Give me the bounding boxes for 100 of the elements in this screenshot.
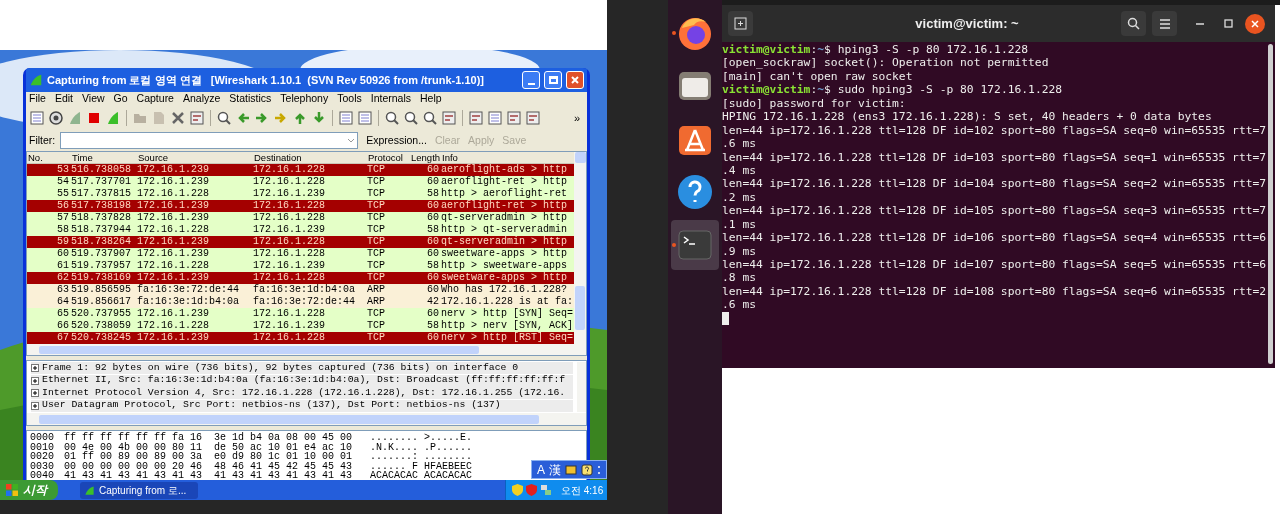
input-mode[interactable]: A xyxy=(537,460,545,479)
column-header[interactable]: No. xyxy=(27,152,71,163)
expand-icon[interactable] xyxy=(31,364,39,372)
packet-row[interactable]: 65 520.737955 172.16.1.239 172.16.1.228 TCP 60 nerv > http [SYN] Seq= xyxy=(27,308,574,320)
search-icon xyxy=(1127,17,1140,30)
output-line: len=44 ip=172.16.1.228 ttl=128 DF id=102 sport=80 flags=SA seq=0 win=65535 rtt=7 xyxy=(722,123,1268,138)
toolbar-separator xyxy=(462,110,463,126)
colorize-list-icon[interactable] xyxy=(338,110,354,126)
hex-ascii: ...... F HFAEBEEC xyxy=(370,461,473,472)
table-cell-text: 57 xyxy=(56,212,70,224)
shield-icon[interactable] xyxy=(526,484,537,496)
shield-icon[interactable] xyxy=(512,484,523,496)
minimize-button[interactable] xyxy=(522,71,540,89)
menu-item[interactable]: Go xyxy=(113,91,128,107)
menu-item[interactable]: Tools xyxy=(337,91,362,107)
column-header[interactable]: Protocol xyxy=(367,152,410,163)
menu-item[interactable]: Internals xyxy=(370,91,411,107)
table-cell-text: 172.16.1.239 xyxy=(137,176,210,188)
output-line: len=44 ip=172.16.1.228 ttl=128 DF id=108 sport=80 flags=SA seq=6 win=65535 rtt=2 xyxy=(722,284,1268,299)
start-button[interactable]: 시작 xyxy=(0,480,58,500)
table-cell-text: 172.16.1.239 xyxy=(253,224,326,236)
close-button[interactable] xyxy=(1245,13,1265,34)
output-line: len=44 ip=172.16.1.228 ttl=128 DF id=107 sport=80 flags=SA seq=5 win=65535 rtt=6 xyxy=(722,258,1268,272)
vertical-scrollbar[interactable] xyxy=(1268,44,1273,364)
search-icon[interactable] xyxy=(216,110,232,126)
horizontal-scrollbar[interactable] xyxy=(27,413,586,425)
table-cell-text: 60 xyxy=(56,248,70,260)
packet-row[interactable]: 60 519.737907 172.16.1.239 172.16.1.228 TCP 60 sweetware-apps > http xyxy=(27,248,574,260)
close-x-icon[interactable] xyxy=(170,110,186,126)
table-cell-text: TCP xyxy=(367,248,386,260)
packet-row[interactable]: 61 519.737957 172.16.1.228 172.16.1.239 TCP 58 http > sweetware-apps xyxy=(27,260,574,272)
scroll-thumb[interactable] xyxy=(39,414,539,424)
dropdown-icon[interactable] xyxy=(347,136,356,145)
packet-row[interactable]: 62 519.738169 172.16.1.239 172.16.1.228 TCP 60 sweetware-apps > http xyxy=(27,272,574,284)
table-cell-text: 172.16.1.239 xyxy=(137,248,210,260)
packet-row[interactable]: 66 520.738059 172.16.1.228 172.16.1.239 TCP 58 http > nerv [SYN, ACK] xyxy=(27,320,574,332)
menu-item[interactable]: Help xyxy=(420,91,442,107)
prompt-path: ~ xyxy=(817,83,825,97)
help-icon[interactable] xyxy=(677,174,713,210)
terminal-icon[interactable] xyxy=(678,230,712,260)
windows-flag-icon xyxy=(6,484,18,496)
scroll-thumb[interactable] xyxy=(39,345,479,354)
table-cell-text: 520.737955 xyxy=(71,308,132,320)
column-header[interactable]: Source xyxy=(137,152,253,163)
packet-row[interactable]: 56 517.738198 172.16.1.239 172.16.1.228 TCP 60 aeroflight-ret > http xyxy=(27,200,574,212)
vertical-scrollbar[interactable] xyxy=(574,152,586,344)
help-icon[interactable] xyxy=(581,463,593,476)
menu-item[interactable]: Analyze xyxy=(182,91,221,107)
horizontal-scrollbar[interactable] xyxy=(27,344,586,355)
close-icon xyxy=(570,75,580,85)
restart-fin-icon[interactable] xyxy=(105,110,121,126)
packet-row[interactable]: 67 520.738245 172.16.1.239 172.16.1.228 TCP 60 nerv > http [RST] Seq= xyxy=(27,332,574,344)
output-line: .6 ms xyxy=(722,137,757,151)
stop-square-icon[interactable] xyxy=(86,110,102,126)
table-cell-text: TCP xyxy=(367,236,386,248)
search-button[interactable] xyxy=(1121,11,1146,36)
packet-row[interactable]: 54 517.737701 172.16.1.239 172.16.1.228 TCP 60 aeroflight-ret > http xyxy=(27,176,574,188)
new-tab-button[interactable] xyxy=(728,11,753,36)
menu-item[interactable]: Telephony xyxy=(280,91,329,107)
menu-item[interactable]: Edit xyxy=(54,91,73,107)
hanja-mode[interactable]: 漢 xyxy=(549,460,561,479)
column-header[interactable]: Length xyxy=(410,152,441,163)
autoscroll-list-icon[interactable] xyxy=(357,110,373,126)
table-cell-text: 172.16.1.228 xyxy=(253,236,326,248)
packet-row[interactable]: 53 516.738058 172.16.1.239 172.16.1.228 TCP 60 aeroflight-ads > http xyxy=(27,164,574,176)
table-cell-text: 56 xyxy=(56,200,70,212)
checklist-icon[interactable] xyxy=(487,110,503,126)
shark-fin-icon xyxy=(29,73,43,87)
filter-field[interactable] xyxy=(60,132,359,149)
menu-item[interactable]: Capture xyxy=(136,91,174,107)
table-cell-text: 172.16.1.228 xyxy=(253,164,326,176)
column-header[interactable]: Info xyxy=(441,152,574,163)
table-cell-text: 58 xyxy=(426,188,440,200)
column-header[interactable]: Time xyxy=(71,152,137,163)
window-title: victim@victim: ~ xyxy=(914,14,1020,33)
packet-row[interactable]: 58 518.737944 172.16.1.228 172.16.1.239 TCP 58 http > qt-serveradmin xyxy=(27,224,574,236)
maximize-button[interactable] xyxy=(544,71,562,89)
expand-icon[interactable] xyxy=(31,376,39,385)
toolbar-separator xyxy=(378,110,379,126)
menu-item[interactable]: View xyxy=(82,91,105,107)
menu-button[interactable] xyxy=(1152,11,1177,36)
menu-item[interactable]: File xyxy=(29,91,46,107)
column-header[interactable]: Destination xyxy=(253,152,367,163)
prompt-path: ~ xyxy=(817,43,825,57)
expand-icon[interactable] xyxy=(31,389,39,397)
table-cell-text: http > qt-serveradmin xyxy=(441,224,569,236)
packet-row[interactable]: 55 517.737815 172.16.1.228 172.16.1.239 TCP 58 http > aeroflight-ret xyxy=(27,188,574,200)
expand-icon[interactable] xyxy=(31,401,39,410)
packet-row[interactable]: 63 519.856595 fa:16:3e:72:de:44 fa:16:3e:1d:b4:0a ARP 60 Who has 172.16.1.228? xyxy=(27,284,574,296)
scroll-thumb[interactable] xyxy=(575,286,585,330)
vertical-scrollbar[interactable] xyxy=(577,362,586,412)
menu-item[interactable]: Statistics xyxy=(229,91,272,107)
packet-row[interactable]: 57 518.737828 172.16.1.239 172.16.1.228 TCP 60 qt-serveradmin > http xyxy=(27,212,574,224)
taskbar-button[interactable]: Capturing from 로... xyxy=(80,481,198,499)
packet-row[interactable]: 59 518.738264 172.16.1.239 172.16.1.228 TCP 60 qt-serveradmin > http xyxy=(27,236,574,248)
packet-row[interactable]: 64 519.856617 fa:16:3e:1d:b4:0a fa:16:3e:72:de:44 ARP 42 172.16.1.228 is at fa: xyxy=(27,296,574,308)
network-icon[interactable] xyxy=(540,484,552,496)
shark-fin-icon xyxy=(84,484,95,496)
filter-action-link[interactable]: Expression... xyxy=(366,132,427,149)
toolbar-overflow[interactable]: » xyxy=(573,109,584,127)
